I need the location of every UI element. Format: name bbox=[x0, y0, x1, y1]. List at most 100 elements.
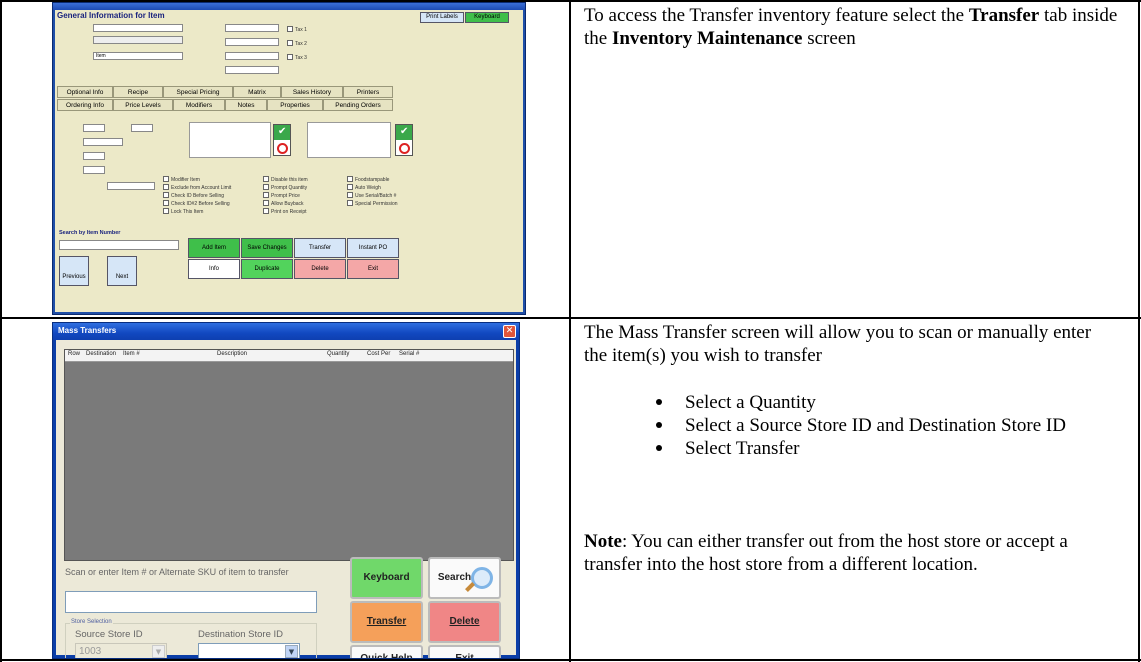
item-number-field[interactable] bbox=[93, 36, 183, 44]
previous-button[interactable]: Previous bbox=[59, 256, 89, 286]
column-destination: Destination bbox=[86, 351, 117, 357]
transfer-button[interactable]: Transfer bbox=[294, 238, 346, 258]
row1-text-pre: To access the Transfer inventory feature… bbox=[584, 5, 969, 26]
tab-recipe[interactable]: Recipe bbox=[113, 86, 163, 98]
scan-item-label: Scan or enter Item # or Alternate SKU of… bbox=[65, 567, 289, 577]
chevron-down-icon: ▼ bbox=[285, 645, 298, 658]
tag-along-edit-button[interactable]: ✔ bbox=[395, 124, 413, 156]
steps-list: Select a Quantity Select a Source Store … bbox=[656, 391, 1126, 460]
special-permission-checkbox[interactable]: Special Permission bbox=[347, 200, 398, 207]
tab-special-pricing[interactable]: Special Pricing bbox=[163, 86, 233, 98]
keyboard-button[interactable]: Keyboard bbox=[465, 12, 509, 23]
tab-properties[interactable]: Properties bbox=[267, 99, 323, 111]
source-store-select[interactable]: 1003 ▼ bbox=[75, 643, 167, 658]
delete-button-label: Delete bbox=[449, 616, 480, 627]
next-button[interactable]: Next bbox=[107, 256, 137, 286]
tab-price-levels[interactable]: Price Levels bbox=[113, 99, 173, 111]
tab-notes[interactable]: Notes bbox=[225, 99, 267, 111]
department-field[interactable] bbox=[93, 24, 183, 32]
print-on-receipt-checkbox[interactable]: Print on Receipt bbox=[263, 208, 307, 215]
info-button[interactable]: Info bbox=[188, 259, 240, 279]
instant-po-button[interactable]: Instant PO bbox=[347, 238, 399, 258]
check-icon: ✔ bbox=[278, 126, 287, 137]
price-field[interactable] bbox=[225, 52, 279, 60]
tab-modifiers[interactable]: Modifiers bbox=[173, 99, 225, 111]
mass-transfers-screenshot: Mass Transfers ✕ Row Destination Item # … bbox=[52, 322, 520, 659]
commission-field[interactable] bbox=[83, 138, 123, 146]
check-id-checkbox[interactable]: Check ID Before Selling bbox=[163, 192, 224, 199]
exit-button[interactable]: Exit bbox=[347, 259, 399, 279]
store-selection-label: Store Selection bbox=[70, 619, 113, 625]
row2-intro: The Mass Transfer screen will allow you … bbox=[584, 322, 1092, 366]
description-field[interactable]: Item bbox=[93, 52, 183, 60]
serial-batch-checkbox[interactable]: Use Serial/Batch # bbox=[347, 192, 396, 199]
tab-pending-orders[interactable]: Pending Orders bbox=[323, 99, 393, 111]
window-body: General Information for Item Print Label… bbox=[55, 10, 523, 312]
row1-bold-transfer: Transfer bbox=[968, 5, 1040, 26]
add-item-button[interactable]: Add Item bbox=[188, 238, 240, 258]
cancel-area bbox=[274, 140, 290, 155]
note-label: Note bbox=[584, 531, 622, 552]
search-button[interactable]: Search bbox=[428, 557, 501, 599]
prompt-price-checkbox[interactable]: Prompt Price bbox=[263, 192, 300, 199]
chevron-down-icon: ▼ bbox=[152, 645, 165, 658]
barcodes-field[interactable] bbox=[131, 124, 153, 132]
duplicate-button[interactable]: Duplicate bbox=[241, 259, 293, 279]
disable-item-checkbox[interactable]: Disable this item bbox=[263, 176, 308, 183]
check-id2-checkbox[interactable]: Check ID#2 Before Selling bbox=[163, 200, 230, 207]
cancel-icon bbox=[399, 143, 410, 154]
row2-note: Note: You can either transfer out from t… bbox=[584, 530, 1094, 576]
search-button-label: Search bbox=[437, 572, 472, 583]
location-field[interactable] bbox=[107, 182, 155, 190]
transfer-grid[interactable]: Row Destination Item # Description Quant… bbox=[64, 349, 514, 561]
note-text: : You can either transfer out from the h… bbox=[584, 531, 1068, 575]
keyboard-button[interactable]: Keyboard bbox=[350, 557, 423, 599]
alternate-skus-panel bbox=[189, 122, 271, 158]
allow-buyback-checkbox[interactable]: Allow Buyback bbox=[263, 200, 304, 207]
tab-sales-history[interactable]: Sales History bbox=[281, 86, 343, 98]
cost-field[interactable] bbox=[225, 38, 279, 46]
table-border-left bbox=[0, 0, 2, 662]
grid-header: Row Destination Item # Description Quant… bbox=[65, 350, 513, 362]
tax1-checkbox[interactable]: Tax 1 bbox=[287, 26, 307, 33]
document-table: General Information for Item Print Label… bbox=[0, 0, 1141, 662]
window-titlebar: Mass Transfers ✕ bbox=[53, 323, 519, 340]
scan-item-input[interactable] bbox=[65, 591, 317, 613]
in-stock-field[interactable] bbox=[225, 66, 279, 74]
transfer-button-label: Transfer bbox=[366, 616, 407, 627]
column-cost-per: Cost Per bbox=[367, 351, 391, 357]
column-item-number: Item # bbox=[123, 351, 140, 357]
window-titlebar bbox=[53, 3, 525, 10]
search-item-field[interactable] bbox=[59, 240, 179, 250]
close-icon[interactable]: ✕ bbox=[503, 325, 516, 338]
auto-weigh-checkbox[interactable]: Auto Weigh bbox=[347, 184, 381, 191]
delete-button[interactable]: Delete bbox=[294, 259, 346, 279]
transfer-button[interactable]: Transfer bbox=[350, 601, 423, 643]
food-stampable-checkbox[interactable]: Foodstampable bbox=[347, 176, 389, 183]
tab-matrix[interactable]: Matrix bbox=[233, 86, 281, 98]
tab-printers[interactable]: Printers bbox=[343, 86, 393, 98]
tab-optional-info[interactable]: Optional Info bbox=[57, 86, 113, 98]
modifier-item-checkbox[interactable]: Modifier Item bbox=[163, 176, 200, 183]
destination-store-label: Destination Store ID bbox=[198, 629, 284, 640]
lock-item-checkbox[interactable]: Lock This Item bbox=[163, 208, 203, 215]
alternate-skus-edit-button[interactable]: ✔ bbox=[273, 124, 291, 156]
exit-button[interactable]: Exit bbox=[428, 645, 501, 658]
row1-instructions: To access the Transfer inventory feature… bbox=[584, 4, 1129, 50]
print-labels-button[interactable]: Print Labels bbox=[420, 12, 464, 23]
tag-along-items-panel bbox=[307, 122, 391, 158]
num-cases-field[interactable] bbox=[83, 152, 105, 160]
exclude-acct-limit-checkbox[interactable]: Exclude from Account Limit bbox=[163, 184, 231, 191]
per-case-field[interactable] bbox=[83, 166, 105, 174]
delete-button[interactable]: Delete bbox=[428, 601, 501, 643]
tax2-checkbox[interactable]: Tax 2 bbox=[287, 40, 307, 47]
destination-store-select[interactable]: ▼ bbox=[198, 643, 300, 658]
tax3-checkbox[interactable]: Tax 3 bbox=[287, 54, 307, 61]
quick-help-button[interactable]: Quick Help bbox=[350, 645, 423, 658]
prompt-quantity-checkbox[interactable]: Prompt Quantity bbox=[263, 184, 307, 191]
tab-ordering-info[interactable]: Ordering Info bbox=[57, 99, 113, 111]
bonus-points-field[interactable] bbox=[83, 124, 105, 132]
save-changes-button[interactable]: Save Changes bbox=[241, 238, 293, 258]
source-store-label: Source Store ID bbox=[75, 629, 143, 640]
item-type-field[interactable] bbox=[225, 24, 279, 32]
